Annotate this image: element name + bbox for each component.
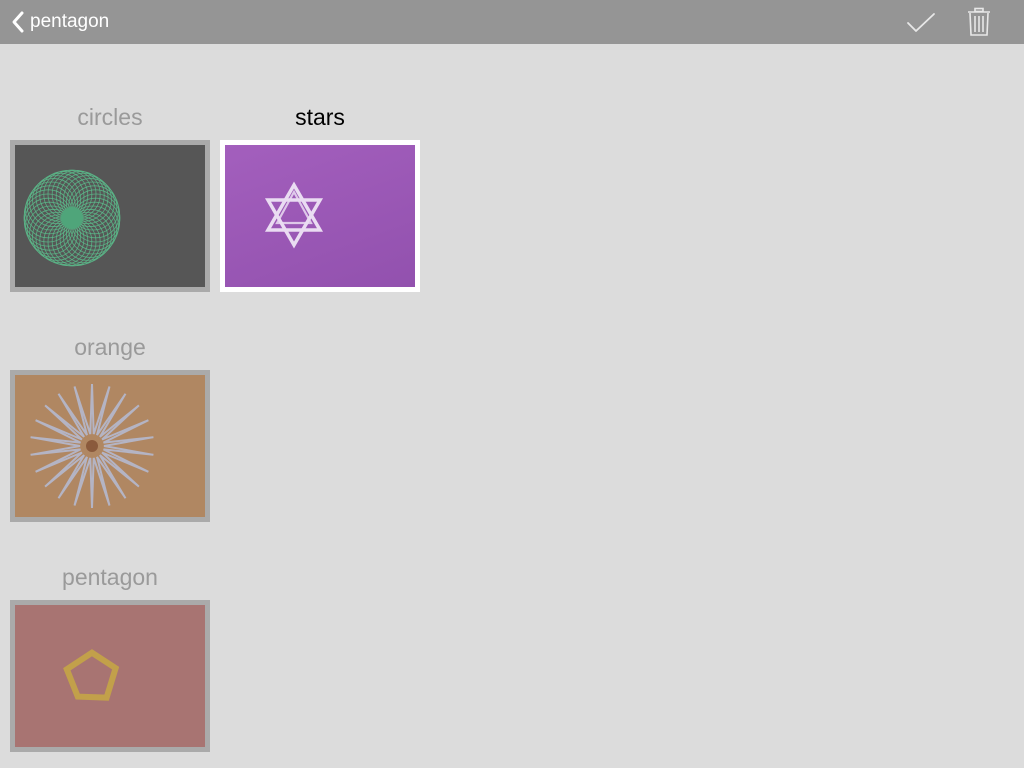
trash-icon bbox=[968, 7, 990, 36]
thumbnail-orange bbox=[15, 375, 205, 517]
thumbnail-frame[interactable] bbox=[220, 140, 420, 292]
chevron-left-icon bbox=[12, 11, 24, 33]
spirograph-star-icon bbox=[30, 383, 154, 509]
back-label: pentagon bbox=[30, 11, 110, 32]
back-button[interactable]: pentagon bbox=[10, 8, 109, 36]
thumbnail-frame[interactable] bbox=[10, 140, 210, 292]
thumbnail-frame[interactable] bbox=[10, 600, 210, 752]
item-title: pentagon bbox=[62, 564, 158, 590]
item-title: orange bbox=[74, 334, 146, 360]
confirm-button[interactable] bbox=[905, 6, 937, 38]
top-bar: pentagon bbox=[0, 0, 1024, 44]
thumbnail-frame[interactable] bbox=[10, 370, 210, 522]
thumbnail-pentagon bbox=[15, 605, 205, 747]
item-title: circles bbox=[77, 104, 143, 130]
pentagon-icon bbox=[63, 649, 120, 701]
delete-button[interactable] bbox=[963, 6, 995, 38]
star-of-david-icon bbox=[264, 181, 324, 249]
thumbnail-circles bbox=[15, 145, 205, 287]
item-title: stars bbox=[295, 104, 345, 130]
thumbnail-stars bbox=[225, 145, 415, 287]
checkmark-icon bbox=[907, 13, 935, 32]
spirograph-circles-icon bbox=[23, 169, 121, 267]
